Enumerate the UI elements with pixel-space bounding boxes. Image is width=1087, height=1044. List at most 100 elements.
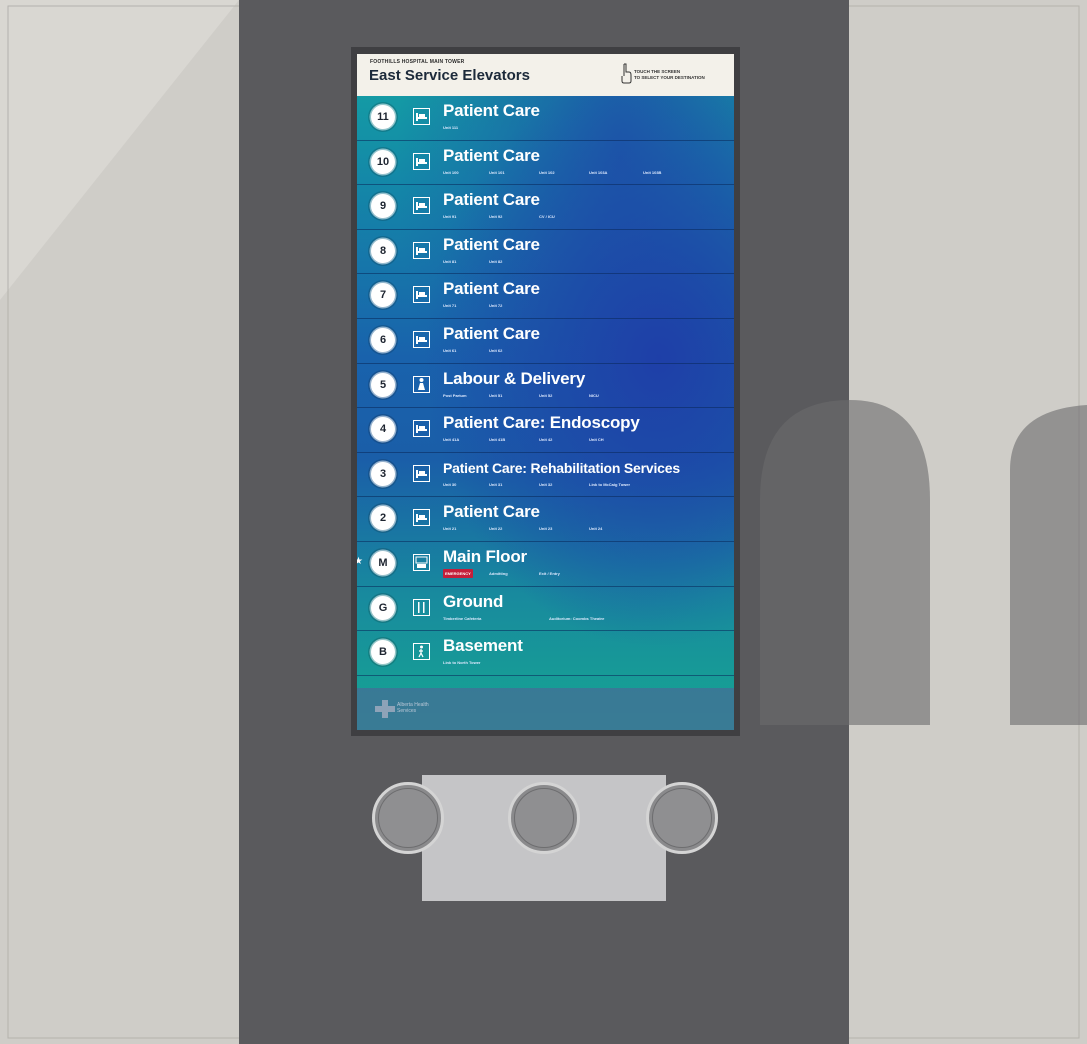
floor-units: Unit 81 Unit 82 — [443, 257, 733, 266]
floor-number-badge[interactable]: 7 — [371, 283, 395, 308]
bed-icon — [413, 197, 430, 215]
floor-row-2[interactable]: 2 Patient Care Unit 21 Unit 22 Unit 23 Unit 2… — [357, 497, 734, 542]
floor-units: Unit 21 Unit 22 Unit 23 Unit 24 — [443, 524, 733, 533]
footer-logo-line2: Services — [397, 708, 417, 714]
floor-number-badge[interactable]: 10 — [371, 149, 395, 174]
unit-label: Unit 91 — [443, 214, 457, 220]
bed-icon — [413, 330, 430, 348]
floor-row-6[interactable]: 6 Patient Care Unit 61 Unit 62 — [357, 319, 734, 364]
floor-number-badge[interactable]: 11 — [371, 105, 395, 129]
floor-title: Labour & Delivery — [443, 368, 586, 388]
floor-row-m[interactable]: ★ M Main Floor EMERGENCY Admitting Exit / Ent… — [357, 542, 734, 587]
unit-label: Link to North Tower — [443, 660, 481, 666]
unit-label: Unit 30 — [443, 481, 457, 487]
floor-row-3[interactable]: 3 Patient Care: Rehabilitation Services Un… — [357, 453, 734, 498]
unit-label: Post Partum — [443, 392, 467, 398]
floor-units: Unit 71 Unit 72 — [443, 301, 733, 310]
unit-label: Unit 101 — [489, 169, 505, 175]
floor-title: Patient Care — [443, 145, 540, 165]
floor-units: Unit 111 — [443, 123, 733, 132]
screen-footer: Alberta Health Services — [357, 688, 734, 730]
floor-title: Ground — [443, 591, 504, 611]
floor-number-badge[interactable]: 8 — [371, 238, 395, 263]
bed-icon — [413, 509, 430, 527]
floor-number-badge[interactable]: 2 — [371, 506, 395, 531]
floor-units: Unit 41A Unit 41B Unit 42 Unit CH — [443, 435, 733, 444]
unit-label: Unit 100 — [443, 169, 459, 175]
bed-icon — [413, 420, 430, 438]
unit-label: Unit 41A — [443, 437, 460, 443]
walking-person-icon — [413, 643, 430, 661]
floor-title: Patient Care — [443, 234, 540, 254]
floor-title: Patient Care — [443, 190, 540, 210]
unit-label: Unit 24 — [589, 526, 603, 532]
page-title: East Service Elevators — [369, 67, 530, 84]
unit-label: Unit 103B — [643, 169, 662, 175]
unit-label: Unit 22 — [489, 526, 503, 532]
floor-number-badge[interactable]: M — [371, 550, 395, 575]
unit-label: Unit 111 — [443, 125, 459, 130]
floor-number-badge[interactable]: 6 — [371, 327, 395, 352]
unit-label: Admitting — [489, 570, 508, 576]
panel-button-right[interactable] — [646, 782, 718, 854]
floor-number-badge[interactable]: 9 — [371, 194, 395, 219]
screen-header: FOOTHILLS HOSPITAL MAIN TOWER East Servi… — [357, 54, 734, 96]
unit-label: Unit 61 — [443, 347, 457, 353]
floor-units: Post Partum Unit 51 Unit 52 NICU — [443, 391, 733, 400]
unit-label: Unit 41B — [489, 437, 506, 443]
unit-label: Unit 81 — [443, 258, 457, 264]
floor-title: Basement — [443, 636, 523, 656]
touch-screen-bezel: FOOTHILLS HOSPITAL MAIN TOWER East Servi… — [351, 47, 740, 736]
ahs-logo-icon — [375, 700, 395, 718]
floor-row-11[interactable]: 11 Patient Care Unit 111 — [357, 96, 734, 141]
floor-row-9[interactable]: 9 Patient Care Unit 91 Unit 92 CV / ICU — [357, 185, 734, 230]
floor-units: Timberline Cafeteria Auditorium: Coombs T… — [443, 614, 733, 623]
floor-number-badge[interactable]: 3 — [371, 461, 395, 486]
unit-label: Unit 32 — [539, 481, 553, 487]
floor-title: Patient Care: Endoscopy — [443, 413, 640, 433]
floor-units: Unit 61 Unit 62 — [443, 346, 733, 355]
bed-icon — [413, 286, 430, 304]
floor-row-7[interactable]: 7 Patient Care Unit 71 Unit 72 — [357, 274, 734, 319]
touch-hint-line2: TO SELECT YOUR DESTINATION — [634, 75, 705, 80]
floor-row-b[interactable]: B Basement Link to North Tower — [357, 631, 734, 676]
bed-icon — [413, 241, 430, 259]
floor-units: EMERGENCY Admitting Exit / Entry — [443, 568, 733, 578]
touch-hint: TOUCH THE SCREEN TO SELECT YOUR DESTINAT… — [620, 62, 730, 88]
floor-title: Patient Care — [443, 502, 540, 522]
floor-number-badge[interactable]: B — [371, 640, 395, 665]
floor-row-5[interactable]: 5 Labour & Delivery Post Partum Unit 51 Unit… — [357, 364, 734, 409]
unit-label: NICU — [589, 392, 599, 398]
unit-label: Unit 72 — [489, 303, 503, 309]
floor-title: Patient Care — [443, 279, 540, 299]
unit-label: Exit / Entry — [539, 570, 560, 576]
unit-label: Unit 71 — [443, 303, 457, 309]
floor-title: Patient Care: Rehabilitation Services — [443, 459, 680, 476]
floor-number-badge[interactable]: G — [371, 595, 395, 620]
floor-number-badge[interactable]: 5 — [371, 372, 395, 397]
unit-label: Unit 31 — [489, 481, 503, 487]
floor-row-4[interactable]: 4 Patient Care: Endoscopy Unit 41A Unit 41B… — [357, 408, 734, 453]
unit-label: Unit 23 — [539, 526, 553, 532]
floor-row-10[interactable]: 10 Patient Care Unit 100 Unit 101 Unit 102 Un… — [357, 141, 734, 186]
bed-icon — [413, 152, 430, 170]
panel-button-left[interactable] — [372, 782, 444, 854]
floor-units: Unit 30 Unit 31 Unit 32 Link to McCaig Towe… — [443, 480, 733, 489]
floor-row-8[interactable]: 8 Patient Care Unit 81 Unit 82 — [357, 230, 734, 275]
current-floor-star-icon: ★ — [357, 555, 363, 567]
unit-label: Unit 42 — [539, 437, 553, 443]
unit-label: Link to McCaig Tower — [589, 481, 631, 487]
unit-label: Timberline Cafeteria — [443, 615, 482, 621]
unit-label: Unit 21 — [443, 526, 457, 532]
floor-units: Unit 91 Unit 92 CV / ICU — [443, 212, 733, 221]
unit-label: Unit 102 — [539, 169, 555, 175]
floor-title: Patient Care — [443, 323, 540, 343]
floor-row-g[interactable]: G Ground Timberline Cafeteria Auditorium: C… — [357, 587, 734, 632]
unit-label: CV / ICU — [539, 214, 555, 220]
unit-label: Auditorium: Coombs Theatre — [549, 615, 605, 621]
panel-button-center[interactable] — [508, 782, 580, 854]
floor-number-badge[interactable]: 4 — [371, 417, 395, 442]
floor-list: 11 Patient Care Unit 111 10 Patient Care Unit… — [357, 96, 734, 676]
unit-label: Unit 62 — [489, 347, 503, 353]
building-name: FOOTHILLS HOSPITAL MAIN TOWER — [370, 59, 465, 65]
